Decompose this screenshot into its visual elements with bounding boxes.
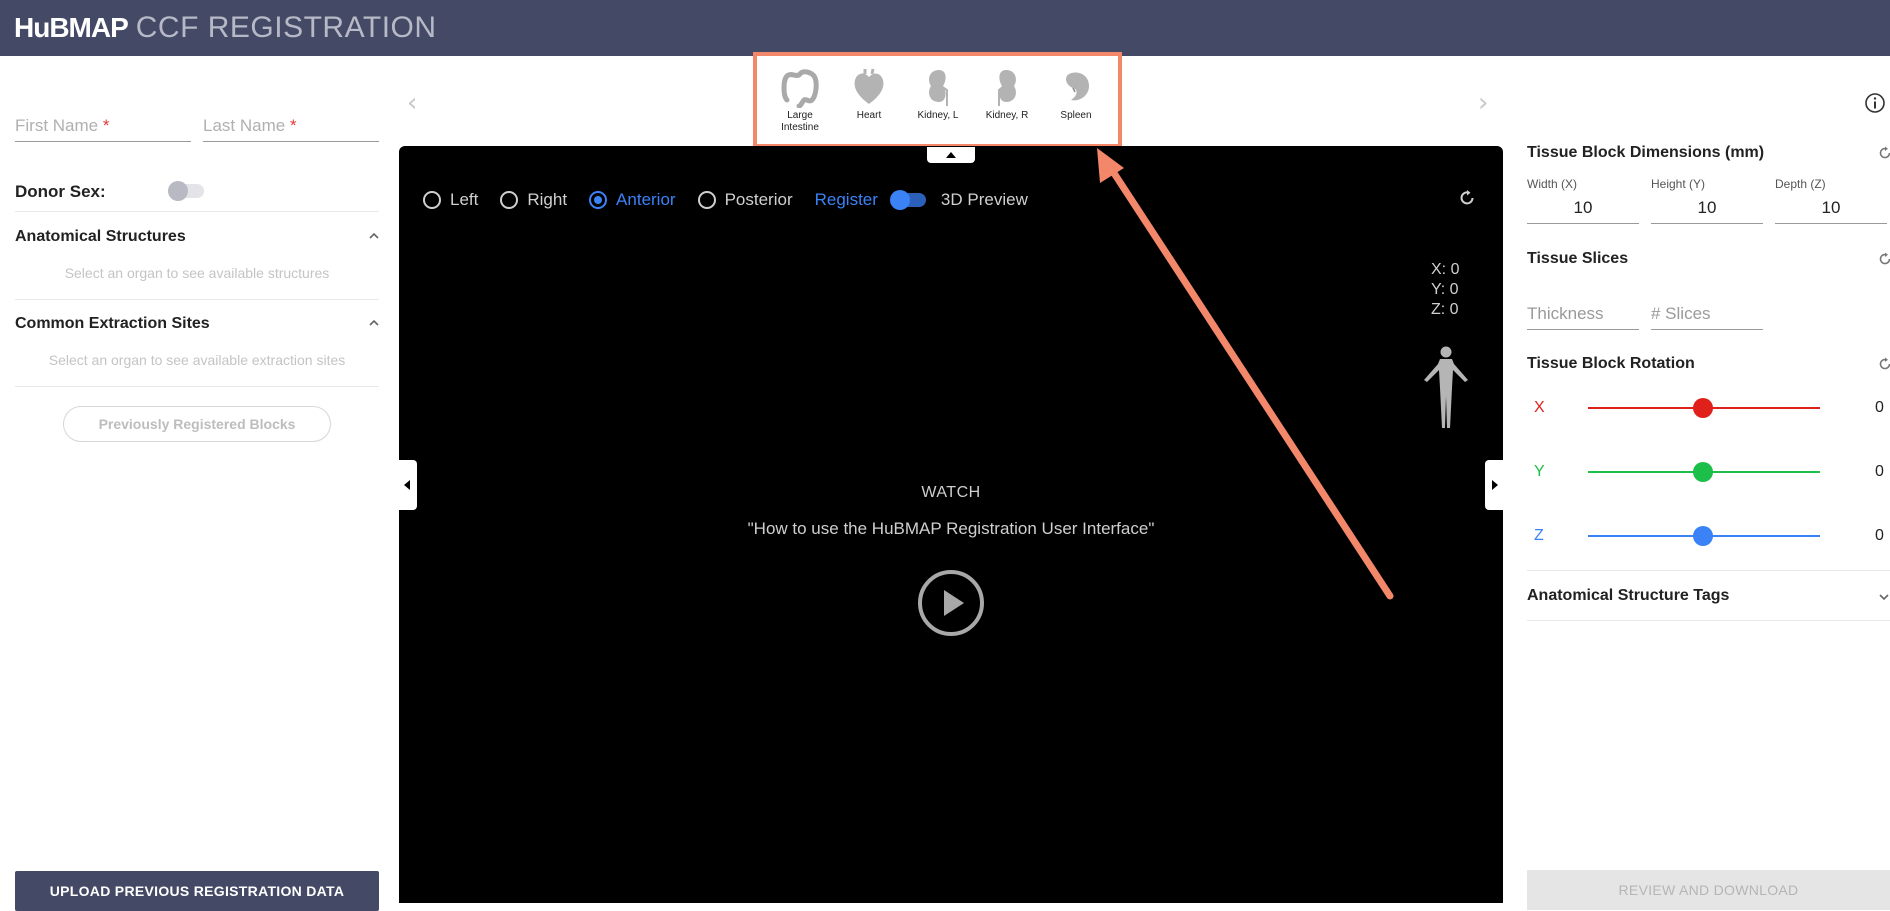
preview-toggle[interactable]	[889, 190, 926, 210]
rotation-x-value: 0	[1875, 399, 1884, 416]
reset-slices-icon[interactable]	[1877, 251, 1890, 267]
organ-kidney-right[interactable]: Kidney, R	[974, 66, 1040, 146]
divider	[15, 299, 379, 300]
reset-dimensions-icon[interactable]	[1877, 145, 1890, 161]
organ-large-intestine[interactable]: Large Intestine	[767, 66, 833, 146]
spleen-icon	[1066, 72, 1089, 101]
rotation-x-handle[interactable]	[1693, 398, 1713, 418]
preview-label[interactable]: 3D Preview	[941, 190, 1028, 210]
view-selector: Left Right Anterior Posterior Register 3…	[423, 188, 1028, 212]
organ-carousel: Large Intestine Heart Kidney, L Kidney, …	[757, 54, 1119, 146]
divider	[15, 386, 379, 387]
radio-right[interactable]	[500, 191, 519, 209]
reset-view-icon[interactable]	[1457, 188, 1477, 208]
coordinate-readout: X: 0 Y: 0 Z: 0	[1431, 260, 1459, 320]
radio-posterior[interactable]	[697, 191, 716, 209]
depth-input[interactable]: 10	[1775, 194, 1887, 224]
first-name-field[interactable]: First Name *	[15, 110, 191, 142]
anatomical-structures-hint: Select an organ to see available structu…	[64, 265, 330, 281]
anatomical-structures-title[interactable]: Anatomical Structures	[15, 228, 186, 246]
donor-sex-label: Donor Sex:	[15, 182, 106, 201]
upload-registration-button[interactable]: UPLOAD PREVIOUS REGISTRATION DATA	[15, 871, 379, 911]
width-label: Width (X)	[1527, 177, 1578, 191]
rotation-z-label: Z	[1534, 527, 1544, 544]
organ-heart[interactable]: Heart	[836, 66, 902, 146]
chevron-up-icon[interactable]	[367, 229, 381, 243]
organ-label: Kidney, R	[985, 110, 1029, 121]
dimensions-title: Tissue Block Dimensions (mm)	[1527, 144, 1765, 161]
coord-x: X: 0	[1431, 261, 1460, 278]
required-mark: *	[102, 116, 110, 135]
chevron-up-icon[interactable]	[367, 316, 381, 330]
structure-tags-title[interactable]: Anatomical Structure Tags	[1527, 587, 1729, 605]
kidney-right-icon	[998, 70, 1016, 106]
last-name-field[interactable]: Last Name *	[203, 110, 379, 142]
donor-name-row: First Name * Last Name *	[15, 110, 379, 142]
extraction-sites-title[interactable]: Common Extraction Sites	[15, 315, 210, 333]
donor-sex-row: Donor Sex:	[15, 176, 379, 208]
radio-left[interactable]	[423, 191, 441, 209]
divider	[15, 211, 379, 212]
organ-kidney-left[interactable]: Kidney, L	[905, 66, 971, 146]
view-label-left[interactable]: Left	[450, 190, 478, 210]
height-input[interactable]: 10	[1651, 194, 1763, 224]
slices-count-input[interactable]: # Slices	[1651, 300, 1763, 330]
organ-label: Large Intestine	[781, 110, 819, 133]
heart-icon	[854, 68, 884, 104]
reset-rotation-icon[interactable]	[1877, 356, 1890, 372]
toggle-knob	[889, 190, 910, 210]
rotation-y-label: Y	[1534, 463, 1545, 480]
app-header: HuBMAP CCF REGISTRATION	[0, 0, 1890, 56]
previously-registered-blocks-button[interactable]: Previously Registered Blocks	[63, 406, 331, 442]
hubmap-logo[interactable]: HuBMAP	[14, 12, 129, 44]
collapse-carousel-button[interactable]	[927, 147, 975, 163]
toggle-knob	[168, 181, 188, 201]
rotation-z-value: 0	[1875, 527, 1884, 544]
slices-title: Tissue Slices	[1527, 250, 1629, 267]
organ-spleen[interactable]: Spleen	[1043, 66, 1109, 146]
left-panel: First Name * Last Name * Donor Sex: Anat…	[0, 56, 395, 911]
extraction-sites-hint: Select an organ to see available extract…	[48, 352, 346, 368]
thickness-input[interactable]: Thickness	[1527, 300, 1639, 330]
view-label-anterior[interactable]: Anterior	[616, 190, 676, 210]
height-label: Height (Y)	[1651, 177, 1706, 191]
play-video-icon[interactable]	[916, 568, 986, 638]
organ-label: Spleen	[1060, 110, 1092, 121]
carousel-next-icon[interactable]: ›	[1478, 88, 1488, 118]
register-label[interactable]: Register	[815, 190, 878, 210]
depth-label: Depth (Z)	[1775, 177, 1826, 191]
last-name-placeholder: Last Name	[203, 116, 286, 135]
divider	[1527, 570, 1890, 571]
rotation-x-label: X	[1534, 399, 1545, 416]
app-title: CCF REGISTRATION	[135, 11, 437, 44]
rotation-y-value: 0	[1875, 463, 1884, 480]
rotation-z-handle[interactable]	[1693, 526, 1713, 546]
chevron-down-icon[interactable]	[1877, 590, 1890, 604]
coord-y: Y: 0	[1431, 281, 1459, 298]
required-mark: *	[289, 116, 297, 135]
rotation-title: Tissue Block Rotation	[1527, 355, 1695, 372]
width-input[interactable]: 10	[1527, 194, 1639, 224]
watch-label: WATCH	[921, 484, 981, 501]
view-label-right[interactable]: Right	[527, 190, 567, 210]
first-name-placeholder: First Name	[15, 116, 99, 135]
divider	[1527, 620, 1890, 621]
rotation-y-handle[interactable]	[1693, 462, 1713, 482]
video-title[interactable]: "How to use the HuBMAP Registration User…	[399, 519, 1503, 539]
organ-label: Heart	[856, 110, 882, 121]
coord-z: Z: 0	[1431, 301, 1459, 318]
donor-sex-toggle[interactable]	[168, 181, 204, 201]
view-label-posterior[interactable]: Posterior	[725, 190, 793, 210]
organ-label: Kidney, L	[917, 110, 959, 121]
human-body-icon	[1424, 346, 1468, 428]
large-intestine-icon	[781, 69, 819, 108]
review-and-download-button[interactable]: REVIEW AND DOWNLOAD	[1527, 870, 1890, 910]
kidney-left-icon	[929, 70, 948, 106]
info-icon[interactable]	[1864, 92, 1886, 114]
radio-anterior[interactable]	[589, 191, 608, 209]
carousel-prev-icon[interactable]: ‹	[407, 88, 417, 118]
